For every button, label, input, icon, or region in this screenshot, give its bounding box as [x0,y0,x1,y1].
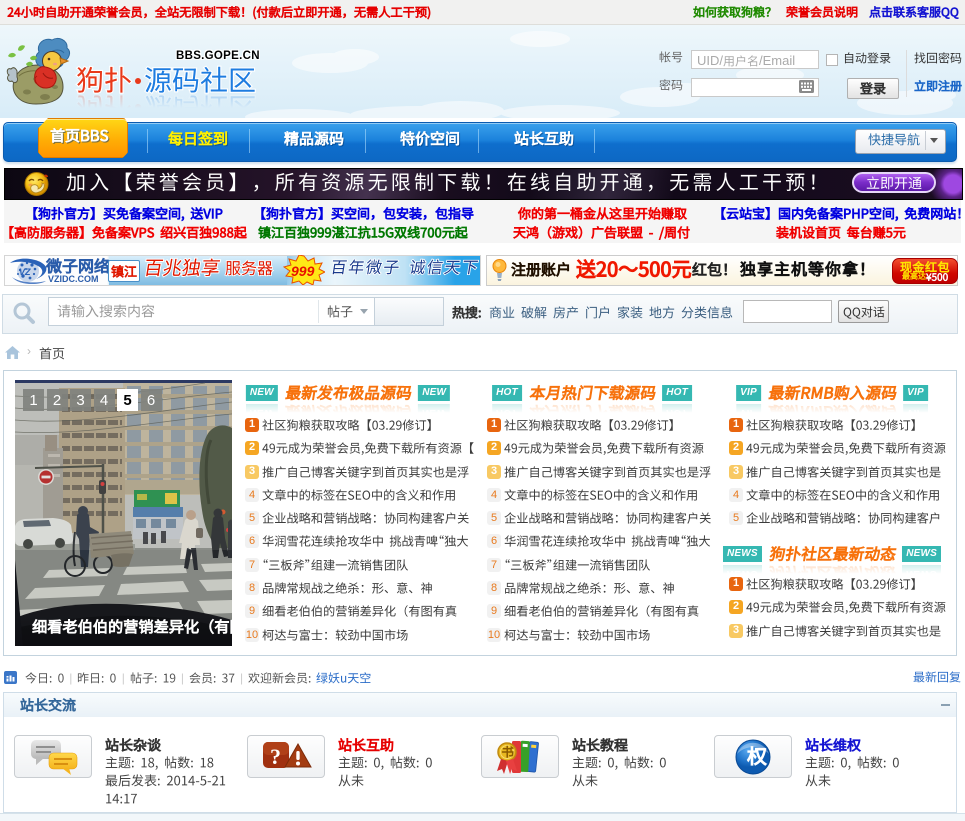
svg-text:999: 999 [291,263,315,279]
svg-text:?: ? [270,744,281,769]
svg-text:VZ: VZ [19,267,31,277]
